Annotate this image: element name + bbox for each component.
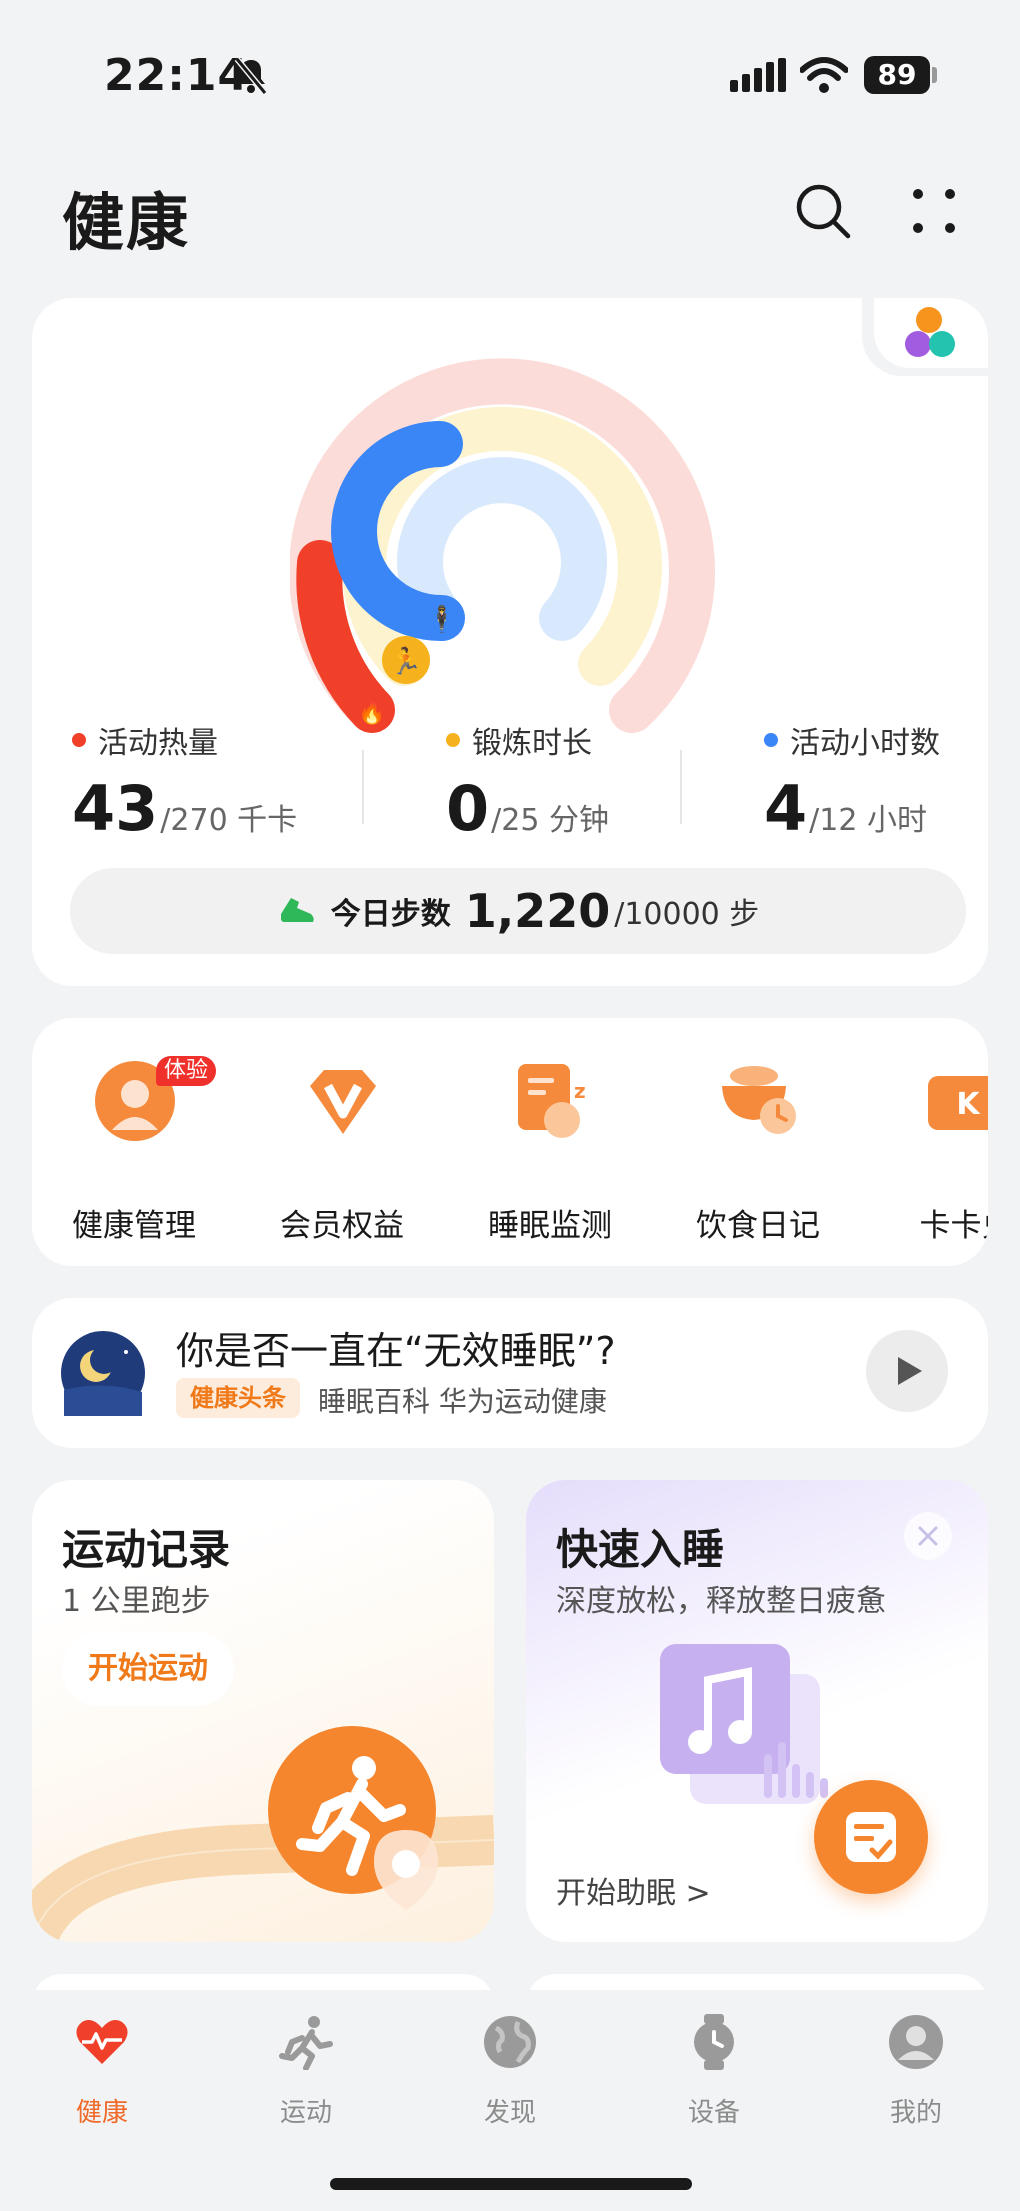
flame-icon: 🔥 bbox=[358, 700, 385, 726]
music-note-icon bbox=[660, 1644, 828, 1804]
sleep-tile-subtitle: 深度放松，释放整日疲惫 bbox=[556, 1584, 886, 1619]
start-exercise-button[interactable]: 开始运动 bbox=[62, 1632, 234, 1706]
quick-sleep-tile[interactable]: 快速入睡 深度放松，释放整日疲惫 开始助眠 > bbox=[526, 1480, 988, 1942]
more-grid-icon[interactable] bbox=[910, 186, 958, 236]
home-indicator[interactable] bbox=[330, 2178, 692, 2190]
sleep-note-button[interactable] bbox=[814, 1780, 928, 1894]
exercise-tile-subtitle: 1 公里跑步 bbox=[62, 1584, 211, 1619]
runner-badge-icon bbox=[268, 1726, 438, 1910]
article-source: 睡眠百科 华为运动健康 bbox=[318, 1385, 607, 1418]
exercise-runner-icon: 🏃 bbox=[390, 646, 422, 677]
nav-label: 运动 bbox=[279, 2098, 332, 2128]
theme-button[interactable] bbox=[874, 298, 988, 368]
battery-tip bbox=[932, 67, 937, 83]
runner-icon bbox=[279, 2016, 333, 2070]
hours-dot bbox=[764, 733, 778, 747]
wifi-icon bbox=[800, 57, 848, 93]
exercise-dot bbox=[446, 733, 460, 747]
stat-calories-value: 43 bbox=[72, 772, 159, 845]
calories-dot bbox=[72, 733, 86, 747]
stat-divider bbox=[362, 750, 364, 824]
search-icon[interactable] bbox=[794, 182, 852, 240]
steps-label: 今日步数 bbox=[330, 897, 451, 932]
start-sleep-aid-link[interactable]: 开始助眠 > bbox=[556, 1868, 711, 1912]
stat-hours-label: 活动小时数 bbox=[790, 726, 940, 761]
vip-diamond-icon bbox=[310, 1070, 376, 1134]
shortcut-label: 卡卡兑 bbox=[919, 1208, 989, 1244]
exercise-tile-title: 运动记录 bbox=[62, 1525, 231, 1574]
stat-exercise-value: 0 bbox=[446, 772, 490, 845]
shortcut-label: 饮食日记 bbox=[696, 1208, 820, 1244]
shortcuts-card: 体验 健康管理 会员权益 z 睡眠监测 饮食日记 K 卡卡 bbox=[32, 1018, 988, 1266]
color-dots-icon bbox=[905, 307, 955, 357]
shortcut-label: 会员权益 bbox=[280, 1208, 404, 1244]
stat-calories-label: 活动热量 bbox=[98, 726, 218, 761]
nav-label: 我的 bbox=[889, 2098, 942, 2128]
activity-rings: 🔥 🏃 🕴 bbox=[290, 358, 715, 733]
play-icon bbox=[898, 1357, 922, 1385]
heart-pulse-icon bbox=[76, 2020, 128, 2064]
article-card[interactable]: 你是否一直在“无效睡眠”? 健康头条 睡眠百科 华为运动健康 bbox=[32, 1298, 988, 1448]
close-button[interactable] bbox=[904, 1512, 952, 1560]
person-icon bbox=[889, 2015, 943, 2069]
nav-label: 发现 bbox=[483, 2098, 536, 2128]
sleep-tile-title: 快速入睡 bbox=[556, 1525, 725, 1574]
stat-calories[interactable]: 活动热量 43/270 千卡 bbox=[72, 718, 297, 845]
status-time: 22:14 bbox=[104, 50, 250, 101]
shortcut-label: 健康管理 bbox=[72, 1208, 196, 1244]
activity-card[interactable]: 🔥 🏃 🕴 活动热量 43/270 千卡 锻炼时长 0/25 分钟 活动小时数 … bbox=[32, 298, 988, 986]
standing-person-icon: 🕴 bbox=[426, 604, 458, 635]
stat-exercise-goal: /25 分钟 bbox=[491, 803, 609, 838]
food-bowl-clock-icon bbox=[722, 1066, 796, 1134]
shoe-icon bbox=[280, 898, 314, 922]
nav-label: 健康 bbox=[75, 2098, 128, 2128]
play-button[interactable] bbox=[866, 1330, 948, 1412]
stat-hours-value: 4 bbox=[764, 772, 808, 845]
trial-badge: 体验 bbox=[156, 1056, 217, 1086]
kaka-coupon-icon: K bbox=[928, 1076, 988, 1130]
article-title: 你是否一直在“无效睡眠”? bbox=[176, 1329, 616, 1373]
svg-text:K: K bbox=[956, 1087, 981, 1122]
shortcut-label: 睡眠监测 bbox=[488, 1208, 612, 1244]
exercise-record-tile[interactable]: 运动记录 1 公里跑步 开始运动 bbox=[32, 1480, 494, 1942]
nav-label: 设备 bbox=[687, 2098, 740, 2128]
moon-night-icon bbox=[61, 1331, 145, 1416]
page-title: 健康 bbox=[62, 186, 191, 259]
steps-bar[interactable]: 今日步数 1,220 /10000 步 bbox=[70, 868, 966, 954]
stat-exercise[interactable]: 锻炼时长 0/25 分钟 bbox=[446, 718, 609, 845]
steps-goal: /10000 步 bbox=[614, 897, 760, 932]
stat-divider bbox=[680, 750, 682, 824]
globe-icon bbox=[484, 2016, 536, 2068]
svg-text:z: z bbox=[574, 1079, 586, 1103]
stat-calories-goal: /270 千卡 bbox=[160, 803, 298, 838]
stat-exercise-label: 锻炼时长 bbox=[472, 726, 592, 761]
watch-icon bbox=[694, 2014, 734, 2070]
close-icon bbox=[918, 1526, 938, 1546]
stat-hours[interactable]: 活动小时数 4/12 小时 bbox=[764, 718, 940, 845]
sleep-report-icon: z bbox=[518, 1064, 586, 1138]
notes-check-icon bbox=[846, 1812, 896, 1862]
stat-hours-goal: /12 小时 bbox=[809, 803, 927, 838]
bell-muted-icon bbox=[234, 57, 268, 95]
signal-icon bbox=[730, 58, 786, 92]
article-tag: 健康头条 bbox=[176, 1378, 300, 1418]
steps-count: 1,220 bbox=[464, 884, 611, 938]
battery-indicator: 89 bbox=[864, 56, 930, 94]
